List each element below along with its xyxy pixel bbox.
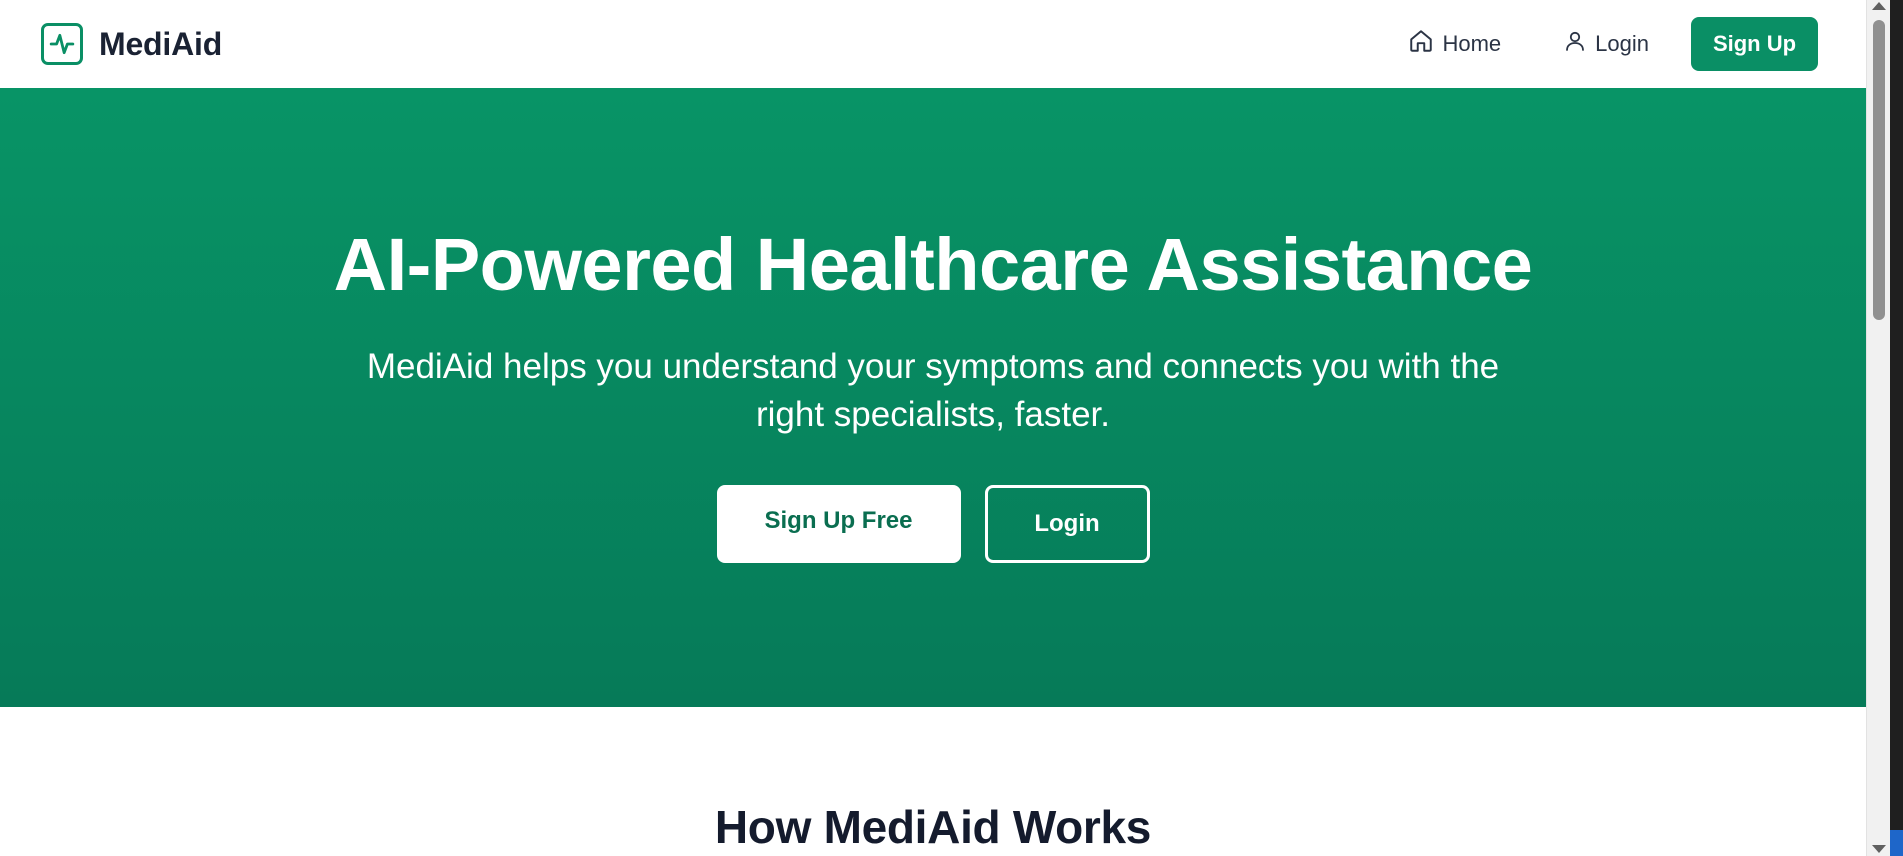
hero-buttons: Sign Up Free Login <box>0 485 1866 563</box>
scroll-down-arrow-icon[interactable] <box>1872 845 1886 853</box>
nav-signup-button[interactable]: Sign Up <box>1691 17 1818 71</box>
hero-login-button[interactable]: Login <box>984 485 1150 563</box>
hero-title: AI-Powered Healthcare Assistance <box>333 223 1533 306</box>
window-edge-accent <box>1890 830 1903 856</box>
hero-subtitle: MediAid helps you understand your sympto… <box>366 347 1500 434</box>
brand[interactable]: MediAid <box>41 23 222 65</box>
user-icon <box>1563 29 1587 59</box>
how-it-works-title: How MediAid Works <box>714 801 1152 853</box>
signup-free-button[interactable]: Sign Up Free <box>716 485 961 563</box>
nav-home-label: Home <box>1442 31 1502 56</box>
vertical-scrollbar[interactable] <box>1866 0 1890 856</box>
activity-pulse-icon <box>41 23 83 65</box>
nav-home-link[interactable]: Home <box>1408 28 1501 60</box>
nav-menu: Home Login Sign Up <box>1408 17 1818 71</box>
page: MediAid Home Login Sign Up AI-Powered He… <box>0 0 1866 856</box>
scroll-up-arrow-icon[interactable] <box>1872 2 1886 10</box>
scrollbar-thumb[interactable] <box>1873 20 1885 320</box>
hero-section: AI-Powered Healthcare Assistance MediAid… <box>0 88 1866 707</box>
home-icon <box>1408 28 1434 60</box>
nav-login-link[interactable]: Login <box>1563 29 1649 59</box>
brand-name: MediAid <box>99 25 223 62</box>
top-navbar: MediAid Home Login Sign Up <box>0 0 1866 88</box>
window-edge-strip <box>1890 0 1903 856</box>
nav-login-label: Login <box>1595 31 1649 56</box>
